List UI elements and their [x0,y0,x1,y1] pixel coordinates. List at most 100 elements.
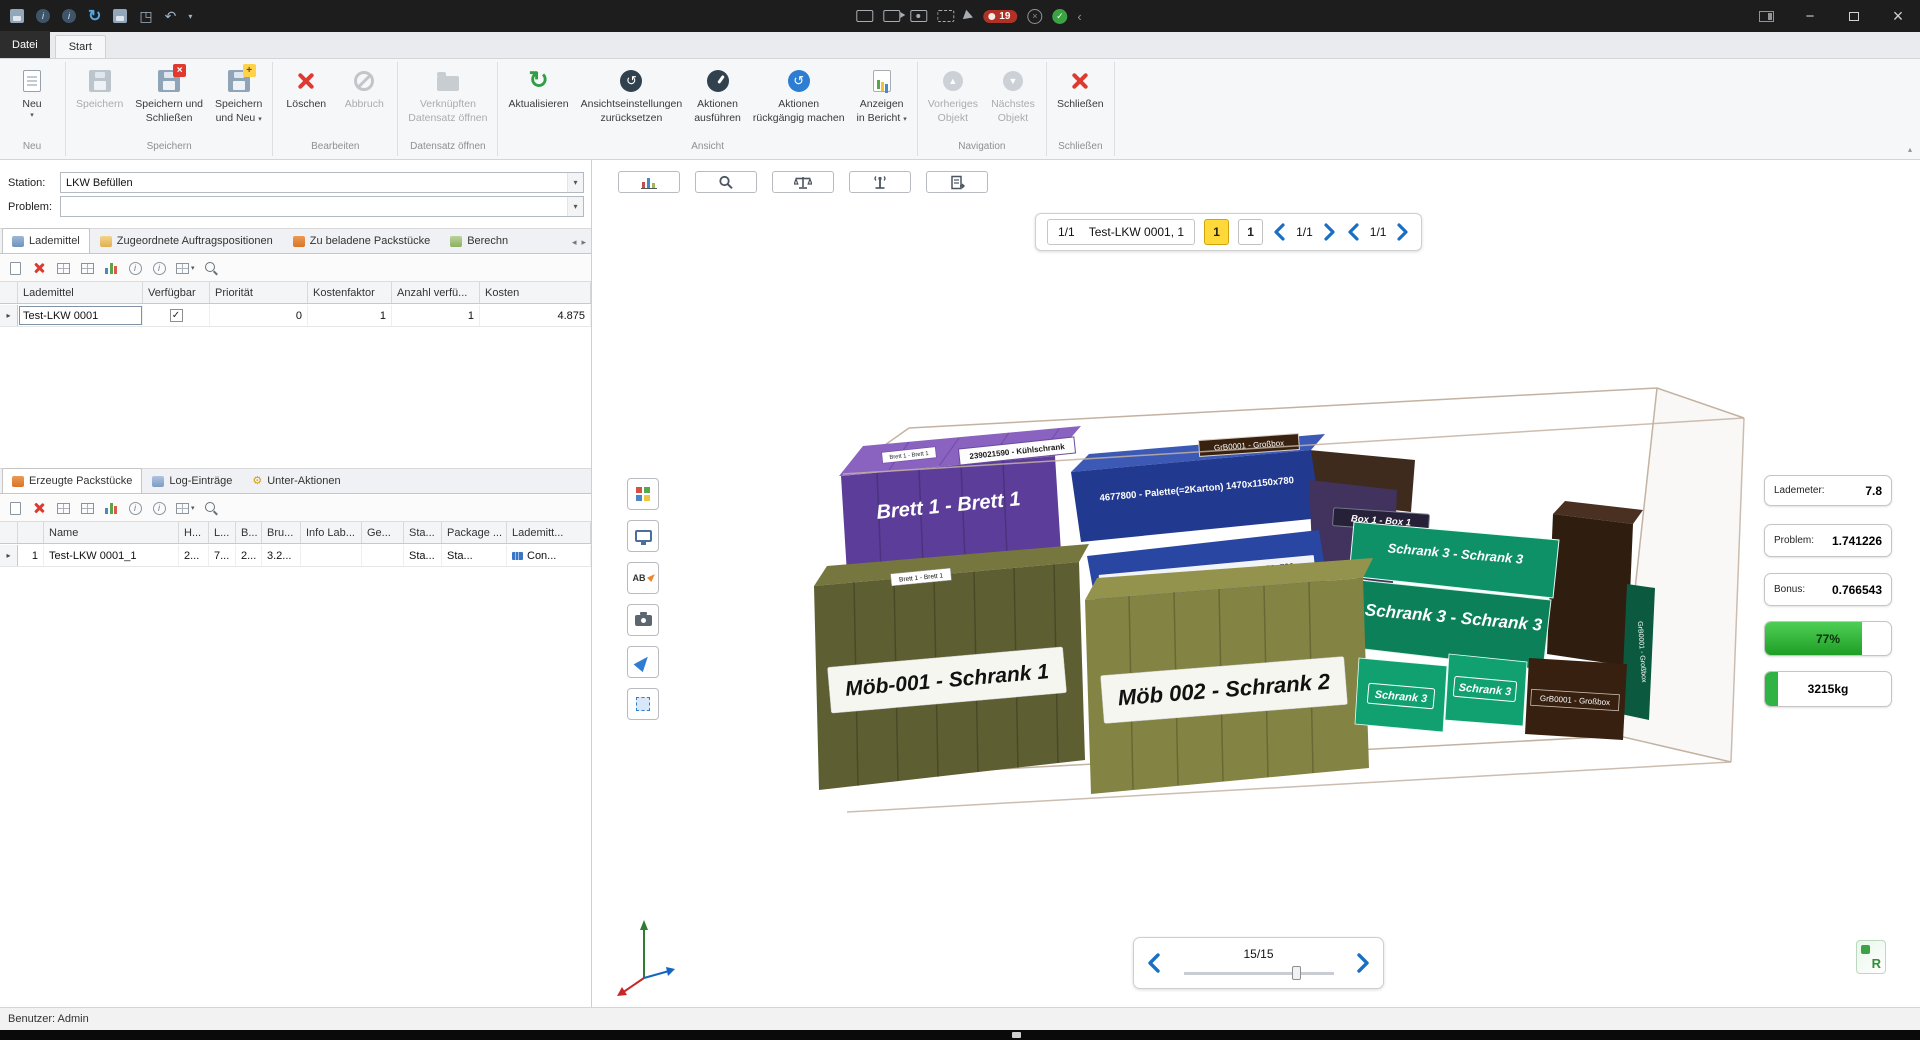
new-row-button[interactable] [8,500,22,516]
info-button[interactable]: i [128,500,142,516]
aktualisieren-button[interactable]: ↻ Aktualisieren [503,64,573,112]
cell-prioritaet[interactable]: 0 [210,305,308,326]
tab-auftragspositionen[interactable]: Zugeordnete Auftragspositionen [90,228,283,253]
delete-row-button[interactable] [32,260,46,276]
search-button[interactable] [205,260,219,276]
save-all-icon[interactable] [113,9,127,23]
save-icon[interactable] [10,9,24,23]
tab-log-eintraege[interactable]: Log-Einträge [142,468,242,493]
cell-b[interactable]: 2... [236,545,262,566]
layers-icon[interactable]: ◳ [139,8,152,25]
chevron-down-icon[interactable]: ▾ [567,197,583,216]
display-settings-button[interactable] [627,520,659,552]
schliessen-button[interactable]: Schließen [1052,64,1109,112]
video-icon[interactable] [883,10,900,22]
column-header[interactable]: L... [209,522,236,543]
export-button[interactable] [80,500,94,516]
delete-row-button[interactable] [32,500,46,516]
grid-settings-button[interactable]: ▾ [176,260,195,276]
column-header[interactable]: Kostenfaktor [308,282,392,303]
cell-verfuegbar[interactable]: ✓ [143,305,210,326]
abbruch-button[interactable]: Abbruch [336,64,392,112]
label-edit-button[interactable]: AB [627,562,659,594]
cell-number[interactable]: 1 [18,545,44,566]
grid1-row[interactable]: ▸ Test-LKW 0001 ✓ 0 1 1 4.875 [0,305,591,327]
naechstes-objekt-button[interactable]: ▼ Nächstes Objekt [985,64,1041,126]
cell-package[interactable]: Sta... [442,545,507,566]
info-icon[interactable]: i [62,9,76,23]
speichern-und-neu-button[interactable]: + Speichern und Neu ▾ [210,64,267,126]
column-header[interactable]: Anzahl verfü... [392,282,480,303]
column-header[interactable]: Lademitt... [507,522,591,543]
navigate-button[interactable] [627,646,659,678]
pointer-icon[interactable] [963,10,975,22]
cell-info-label[interactable] [301,545,362,566]
close-button[interactable]: × [1876,0,1920,32]
cell-brutto[interactable]: 3.2... [262,545,301,566]
anzeigen-in-bericht-button[interactable]: Anzeigen in Bericht ▾ [852,64,912,126]
neu-button[interactable]: Neu ▾ [4,64,60,121]
cell-sta[interactable]: Sta... [404,545,442,566]
chart-button[interactable] [104,500,118,516]
export-button[interactable] [80,260,94,276]
maximize-button[interactable] [1832,0,1876,32]
tab-erzeugte-packstuecke[interactable]: Erzeugte Packstücke [2,468,142,493]
chart-button[interactable] [104,260,118,276]
screenshot-button[interactable] [627,604,659,636]
column-header[interactable]: Verfügbar [143,282,210,303]
column-header[interactable]: Kosten [480,282,591,303]
box-grossbox-front[interactable]: GrB0001 - Großbox [1525,658,1627,740]
grid-settings-button[interactable]: ▾ [176,500,195,516]
screen-icon[interactable] [856,10,873,22]
cell-l[interactable]: 7... [209,545,236,566]
column-header[interactable]: Lademittel [18,282,143,303]
column-header[interactable]: Ge... [362,522,404,543]
box-schrank3-small-2[interactable]: Schrank 3 [1445,654,1527,726]
cancel-circle-icon[interactable]: × [1027,9,1042,24]
chevron-down-icon[interactable]: ▾ [567,173,583,192]
chevron-left-icon[interactable]: ‹ [1077,9,1081,24]
refresh-icon[interactable]: ↻ [88,6,101,26]
aktionen-rueckgaengig-button[interactable]: ↺ Aktionen rückgängig machen [748,64,850,126]
info-button[interactable]: i [128,260,142,276]
tab-datei[interactable]: Datei [0,31,50,58]
step-slider[interactable] [1184,966,1334,980]
box-moeb001[interactable]: Möb-001 - Schrank 1 [814,544,1089,790]
cell-name[interactable]: Test-LKW 0001_1 [44,545,179,566]
tab-unter-aktionen[interactable]: ⚙ Unter-Aktionen [242,468,350,493]
column-header[interactable]: Package ... [442,522,507,543]
column-header[interactable]: Bru... [262,522,301,543]
column-header[interactable]: B... [236,522,262,543]
loeschen-button[interactable]: Löschen [278,64,334,112]
column-header[interactable]: Name [44,522,179,543]
verknuepften-datensatz-button[interactable]: Verknüpften Datensatz öffnen [403,64,492,126]
confirm-circle-icon[interactable]: ✓ [1052,9,1067,24]
cell-kostenfaktor[interactable]: 1 [308,305,392,326]
problem-combobox[interactable]: ▾ [60,196,584,217]
tab-start[interactable]: Start [55,35,106,58]
aktionen-ausfuehren-button[interactable]: Aktionen ausführen [689,64,746,126]
slider-thumb[interactable] [1292,966,1301,980]
chevron-left-icon[interactable] [1146,953,1162,973]
grid2-row[interactable]: ▸ 1 Test-LKW 0001_1 2... 7... 2... 3.2..… [0,545,591,567]
undo-icon[interactable]: ↶ [165,8,177,25]
selection-button[interactable] [627,688,659,720]
speichern-und-schliessen-button[interactable]: × Speichern und Schließen [130,64,208,126]
tab-scroll-right-icon[interactable]: ▸ [581,237,586,248]
tab-berechnung[interactable]: Berechn [440,228,512,253]
checkbox-checked[interactable]: ✓ [170,309,183,322]
chevron-down-icon[interactable]: ▾ [188,12,192,21]
cell-ge[interactable] [362,545,404,566]
truck-load-scene[interactable]: Brett 1 - Brett 1 Brett 1 - Brett 1 4677… [609,160,1920,1007]
column-header[interactable]: Info Lab... [301,522,362,543]
minimize-button[interactable]: − [1788,0,1832,32]
cell-anzahl[interactable]: 1 [392,305,480,326]
cell-lademittel[interactable]: Test-LKW 0001 [18,305,143,326]
tab-packstuecke[interactable]: Zu beladene Packstücke [283,228,440,253]
column-chooser-button[interactable] [56,260,70,276]
info-button[interactable]: i [152,260,166,276]
speichern-button[interactable]: Speichern [71,64,128,112]
box-moeb002[interactable]: Möb 002 - Schrank 2 [1085,558,1373,794]
column-header[interactable]: Priorität [210,282,308,303]
chevron-right-icon[interactable] [1355,953,1371,973]
